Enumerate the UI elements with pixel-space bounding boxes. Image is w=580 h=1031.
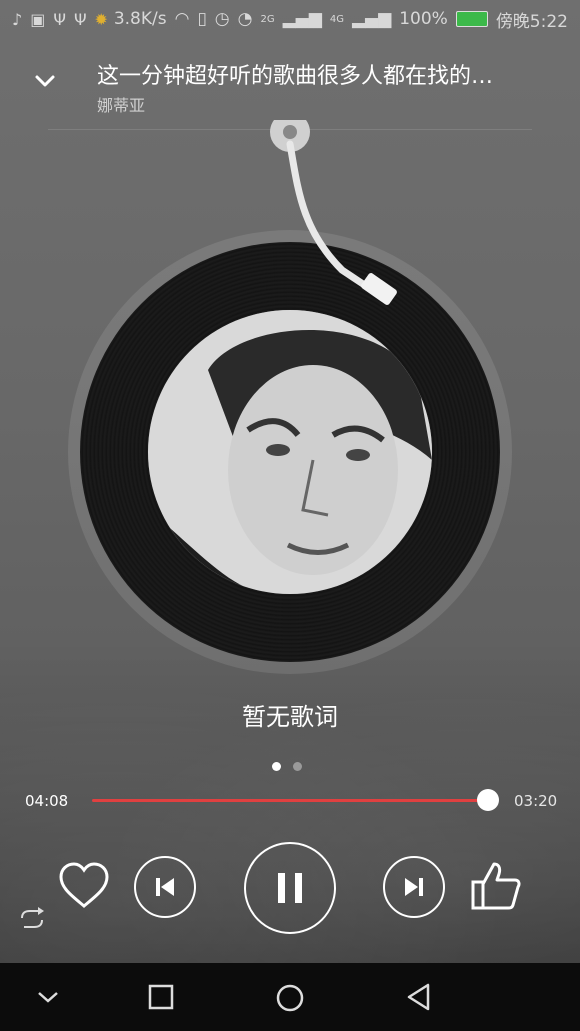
brightness-icon: ✹	[94, 9, 108, 29]
home-icon[interactable]	[275, 983, 305, 1013]
heart-icon[interactable]	[58, 862, 110, 910]
song-title: 这一分钟超好听的歌曲很多人都在找的…	[97, 64, 494, 89]
current-time: 04:08	[25, 792, 69, 810]
clock: 傍晚5:22	[495, 11, 568, 32]
battery-percent: 100%	[399, 9, 448, 29]
skip-next-icon	[405, 878, 423, 896]
usb-icon: Ψ	[73, 9, 87, 29]
pause-icon	[278, 873, 302, 903]
recent-apps-icon[interactable]	[148, 984, 174, 1010]
artist-name[interactable]: 娜蒂亚	[97, 92, 145, 116]
page-indicator	[272, 762, 302, 771]
page-dot-active	[272, 762, 281, 771]
network-speed: 3.8K/s	[113, 9, 167, 29]
skip-previous-icon	[156, 878, 174, 896]
album-cover	[148, 310, 432, 594]
battery-icon	[455, 11, 488, 27]
usb-icon: Ψ	[53, 9, 66, 29]
signal-4g: 4G	[329, 13, 344, 25]
album-portrait-image	[148, 310, 432, 594]
signal-icon: ▂▄▆	[351, 9, 392, 29]
chevron-down-icon[interactable]	[30, 66, 60, 96]
signal-icon: ▂▄▆	[282, 9, 322, 29]
headphones-icon: ◠	[174, 9, 190, 29]
lyrics-text[interactable]: 暂无歌词	[0, 697, 580, 732]
previous-button[interactable]	[134, 856, 196, 918]
progress-track[interactable]	[92, 799, 488, 802]
repeat-icon[interactable]	[18, 906, 46, 932]
progress-knob[interactable]	[477, 789, 499, 811]
tonearm	[270, 120, 397, 305]
player-header: 这一分钟超好听的歌曲很多人都在找的… 娜蒂亚	[0, 52, 580, 128]
app-notification-icon: ▣	[30, 9, 46, 29]
system-navigation-bar	[0, 963, 580, 1031]
total-time: 03:20	[514, 792, 558, 810]
music-note-icon: ♪	[12, 9, 23, 29]
play-pause-button[interactable]	[244, 842, 336, 934]
back-icon[interactable]	[404, 982, 434, 1012]
thumbs-up-icon[interactable]	[470, 860, 522, 912]
status-bar: ♪ ▣ Ψ Ψ ✹ 3.8K/s ◠ ▯ ◷ ◔ 2G ▂▄▆ 4G ▂▄▆ 1…	[0, 0, 580, 38]
wifi-icon: ◔	[237, 9, 253, 29]
chevron-down-icon[interactable]	[36, 987, 60, 1007]
next-button[interactable]	[383, 856, 445, 918]
page-dot	[293, 762, 302, 771]
alarm-icon: ◷	[214, 9, 230, 29]
vibrate-icon: ▯	[197, 9, 207, 29]
signal-2g: 2G	[260, 13, 275, 25]
